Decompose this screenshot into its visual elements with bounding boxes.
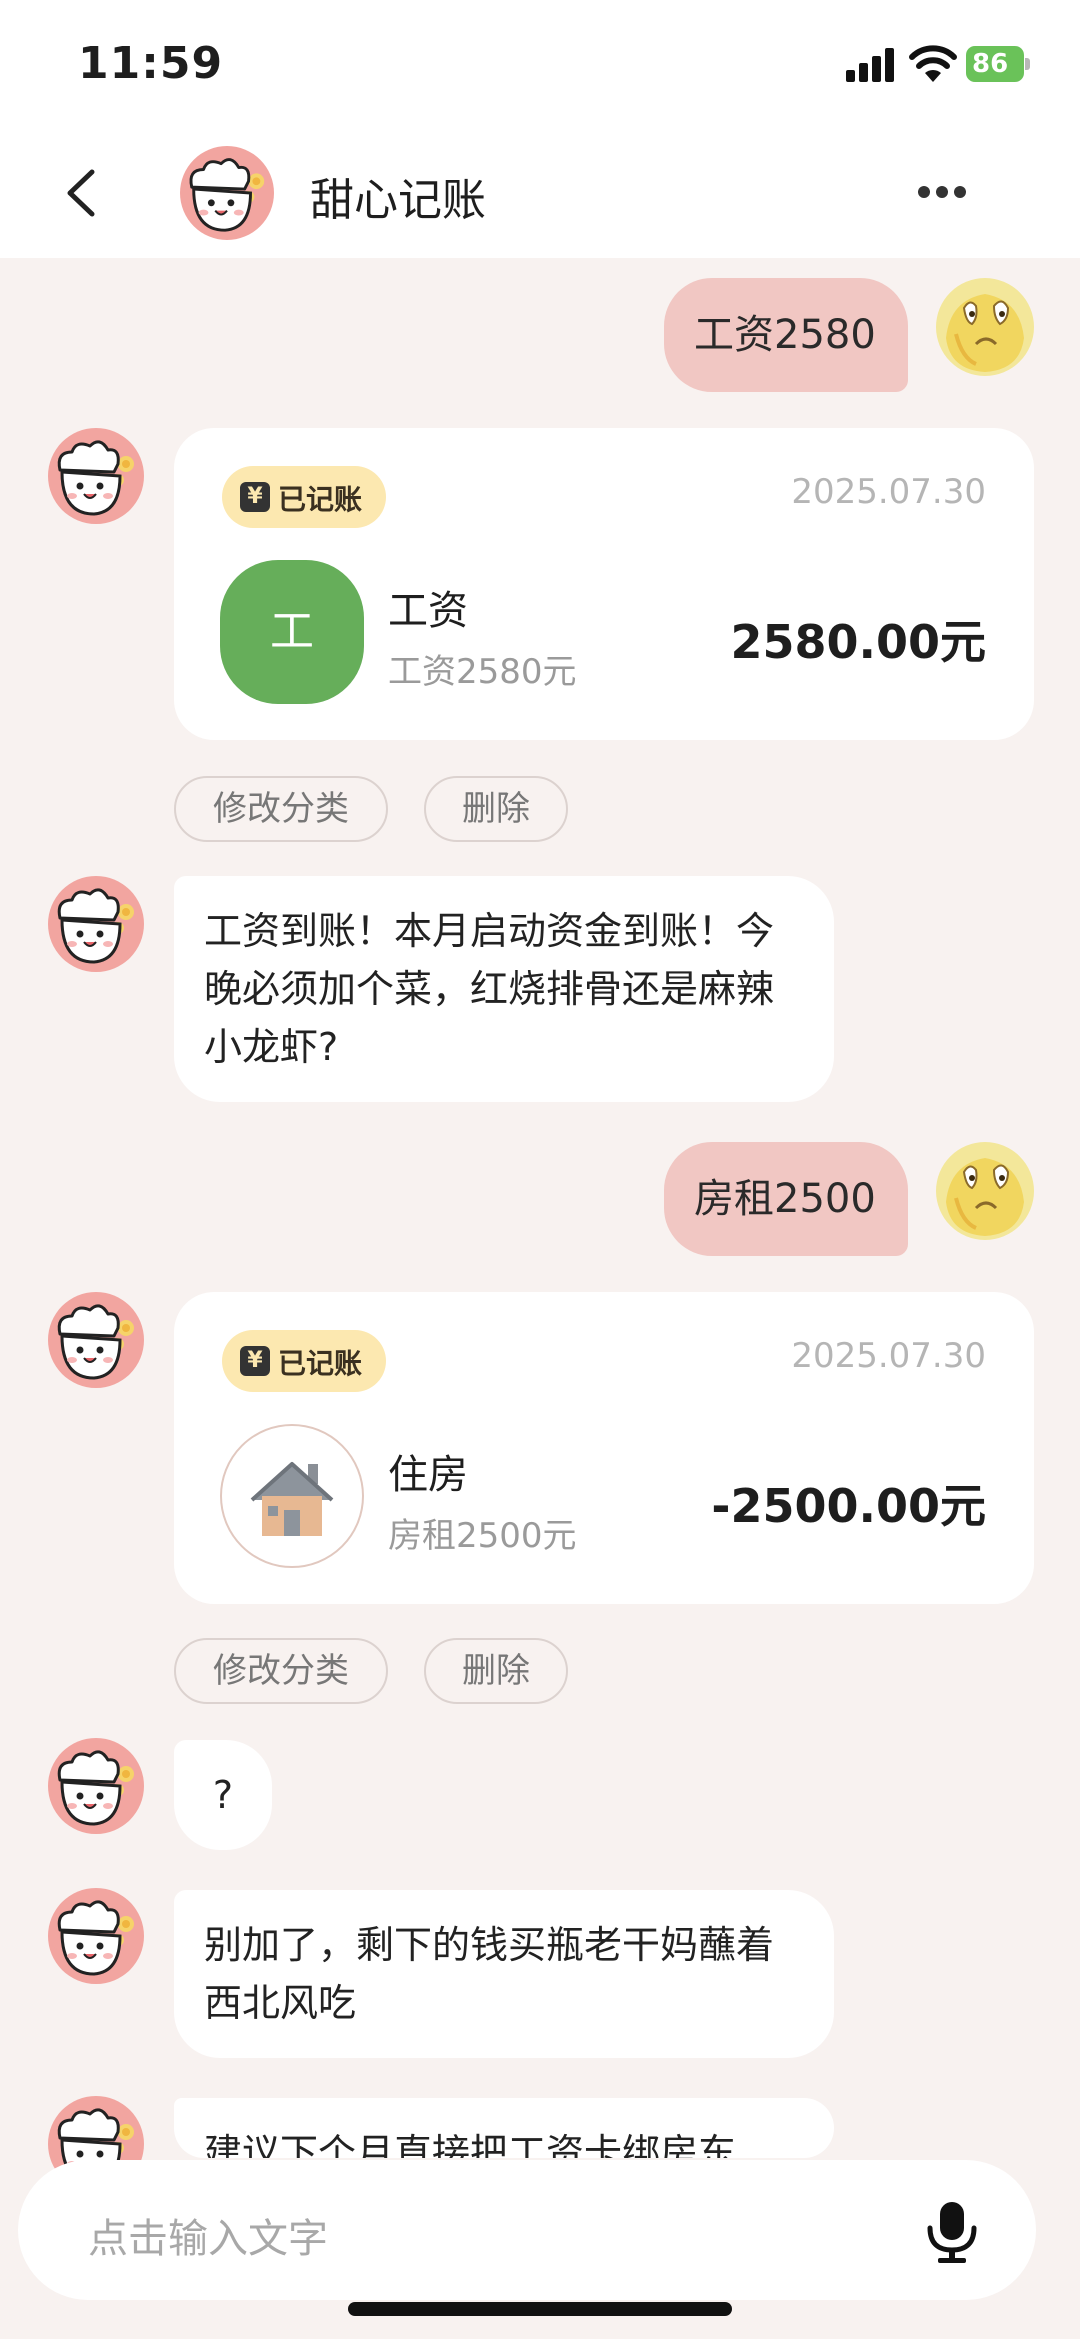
- bot-message-bubble: 工资到账！本月启动资金到账！今晚必须加个菜，红烧排骨还是麻辣小龙虾?: [174, 876, 834, 1102]
- category-name: 住房: [388, 1452, 468, 1498]
- wifi-icon: [909, 45, 957, 82]
- bot-message-bubble: ?: [174, 1740, 272, 1850]
- bot-avatar[interactable]: [48, 428, 144, 524]
- edit-category-button[interactable]: 修改分类: [174, 776, 388, 842]
- user-avatar[interactable]: [936, 278, 1034, 376]
- record-date: 2025.07.30: [791, 472, 986, 512]
- house-icon: [220, 1424, 364, 1568]
- record-card[interactable]: ¥ 已记账 2025.07.30 工 工资 工资2580元 2580.00元: [174, 428, 1034, 740]
- bot-message-bubble: 别加了，剩下的钱买瓶老干妈蘸着西北风吃: [174, 1890, 834, 2058]
- record-amount: -2500.00元: [711, 1479, 986, 1533]
- recorded-badge: ¥ 已记账: [222, 1330, 386, 1392]
- bot-avatar[interactable]: [180, 146, 274, 240]
- bot-avatar[interactable]: [48, 1738, 144, 1834]
- back-arrow-icon[interactable]: [62, 168, 102, 218]
- record-date: 2025.07.30: [791, 1336, 986, 1376]
- delete-button[interactable]: 删除: [424, 1638, 568, 1704]
- record-amount: 2580.00元: [730, 615, 986, 669]
- message-input-placeholder[interactable]: 点击输入文字: [88, 2206, 328, 2264]
- battery-icon: 86: [966, 46, 1030, 82]
- bot-message-bubble: 建议下个月直接把工资卡绑房东: [174, 2098, 834, 2158]
- bot-avatar[interactable]: [48, 876, 144, 972]
- recorded-badge: ¥ 已记账: [222, 466, 386, 528]
- user-avatar[interactable]: [936, 1142, 1034, 1240]
- page-title: 甜心记账: [310, 175, 486, 226]
- record-description: 工资2580元: [388, 652, 577, 692]
- delete-button[interactable]: 删除: [424, 776, 568, 842]
- badge-label: 已记账: [278, 483, 363, 516]
- battery-level: 86: [966, 46, 1024, 82]
- salary-category-icon: 工: [220, 560, 364, 704]
- message-input-bar[interactable]: 点击输入文字: [18, 2160, 1036, 2300]
- category-name: 工资: [388, 588, 468, 634]
- yen-icon: ¥: [240, 482, 270, 512]
- cellular-signal-icon: [846, 48, 894, 82]
- record-description: 房租2500元: [388, 1516, 577, 1556]
- record-card[interactable]: ¥ 已记账 2025.07.30 住房 房租2500元 -2500.00元: [174, 1292, 1034, 1604]
- user-message-bubble: 工资2580: [664, 278, 908, 392]
- bot-avatar[interactable]: [48, 1292, 144, 1388]
- microphone-icon[interactable]: [924, 2200, 980, 2264]
- category-icon-text: 工: [270, 606, 314, 657]
- user-message-bubble: 房租2500: [664, 1142, 908, 1256]
- badge-label: 已记账: [278, 1347, 363, 1380]
- more-options-icon[interactable]: [916, 182, 968, 202]
- home-indicator: [348, 2302, 732, 2316]
- bot-avatar[interactable]: [48, 1888, 144, 1984]
- yen-icon: ¥: [240, 1346, 270, 1376]
- status-time: 11:59: [78, 38, 224, 89]
- edit-category-button[interactable]: 修改分类: [174, 1638, 388, 1704]
